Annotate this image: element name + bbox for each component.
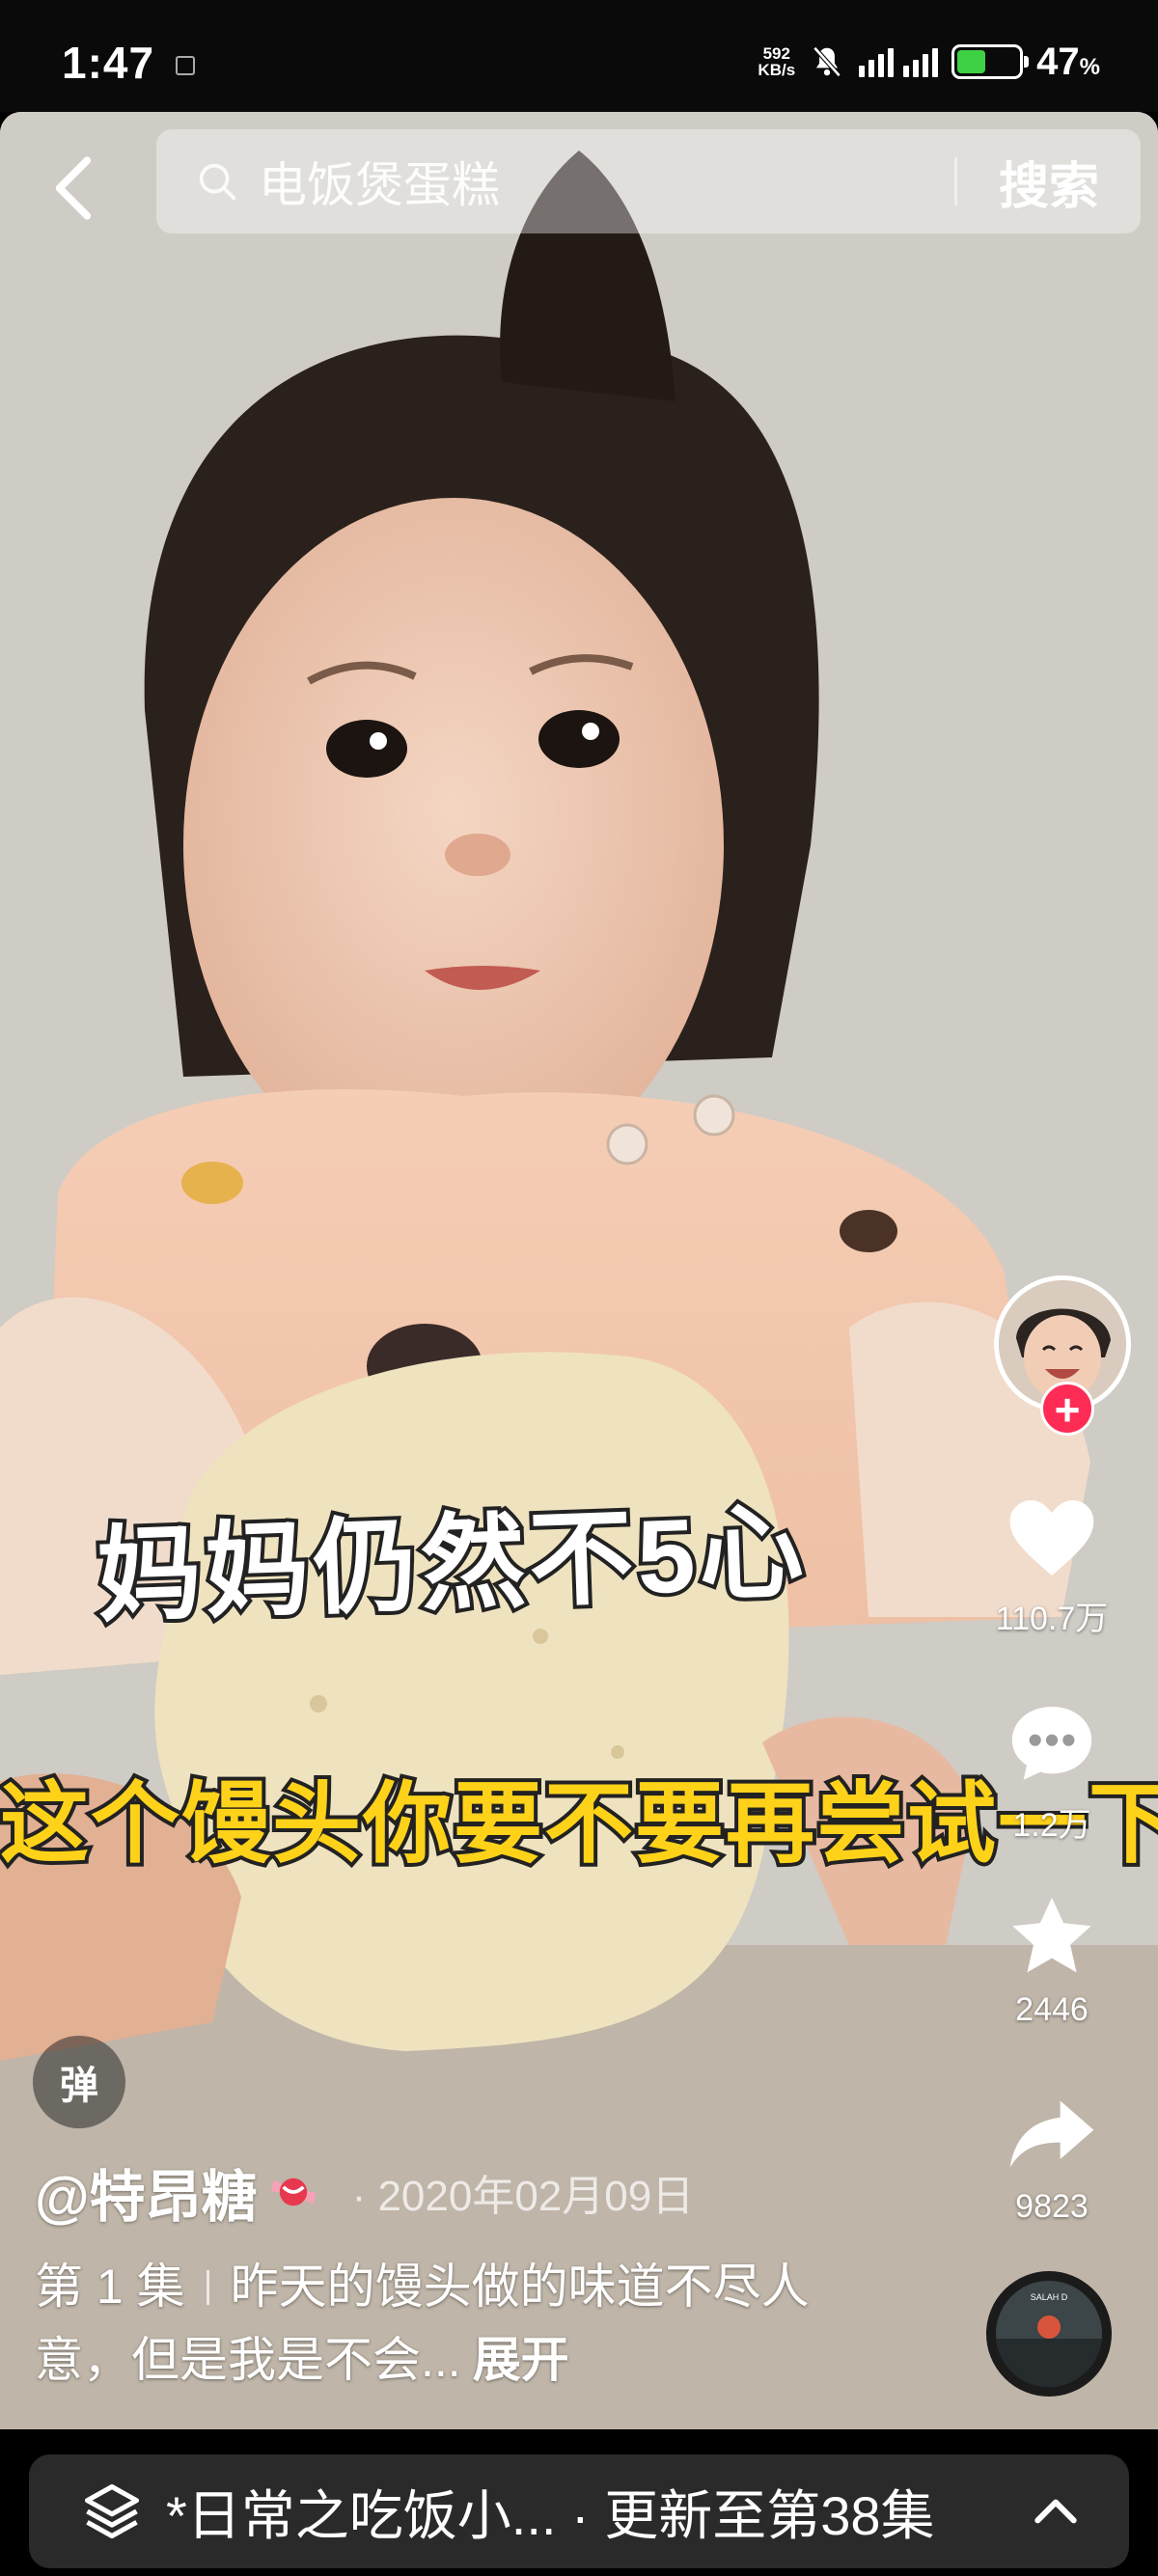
status-time: 1:47 [62,38,155,88]
like-count: 110.7万 [995,1601,1109,1637]
share-count: 9823 [1015,2188,1089,2225]
layers-icon [84,2483,140,2539]
expand-caption-button[interactable]: 展开 [473,2333,569,2387]
status-bar: 1:47 592 KB/s 47% [0,0,1158,112]
music-disc[interactable]: SALAH D [986,2271,1112,2397]
episode-separator [206,2270,209,2305]
chevron-left-icon [55,156,92,220]
danmu-toggle-button[interactable]: 弹 [33,2036,125,2128]
favorite-count: 2446 [1015,1991,1089,2028]
share-button[interactable]: 9823 [965,2084,1139,2226]
video-player[interactable]: 电饭煲蛋糕 搜索 妈妈仍然不5心 这个馒头你要不要再尝试一下 + 110.7万 [0,112,1158,2429]
video-subtitle-primary: 妈妈仍然不5心 [91,1489,813,1638]
post-date: · 2020年02月09日 [351,2173,695,2220]
chevron-up-icon[interactable] [1029,2484,1083,2538]
video-caption[interactable]: 第 1 集昨天的馒头做的味道不尽人意，但是我是不会... 展开 [35,2250,903,2397]
network-speed-unit: KB/s [758,61,796,79]
back-button[interactable] [39,145,106,232]
search-input[interactable]: 电饭煲蛋糕 [259,147,954,216]
signal-strength-icon [859,46,939,77]
episode-tag: 第 1 集 [35,2260,185,2314]
battery-percent: 47% [1036,40,1100,83]
network-speed-value: 592 [762,44,790,63]
star-icon [1012,1897,1091,1973]
status-icons: 592 KB/s 47% [758,40,1100,83]
collection-title: *日常之吃饭小... · 更新至第38集 [166,2484,935,2546]
share-arrow-icon [1009,2100,1094,2168]
battery-fill [957,50,986,73]
collection-bar[interactable]: *日常之吃饭小... · 更新至第38集 [29,2454,1129,2568]
like-button[interactable]: 110.7万 [965,1488,1139,1639]
comment-button[interactable]: 1.2万 [965,1694,1139,1846]
comment-count: 1.2万 [1012,1807,1091,1844]
heart-icon [1009,1500,1094,1576]
battery-icon [951,44,1030,79]
comment-icon [1011,1707,1092,1780]
author-name[interactable]: @特昂糖 [35,2151,258,2233]
music-cover-image: SALAH D [996,2281,1102,2387]
candy-icon [270,2178,316,2206]
favorite-button[interactable]: 2446 [965,1887,1139,2029]
author-row: @特昂糖 · 2020年02月09日 [35,2151,694,2233]
action-rail: + 110.7万 1.2万 2446 9823 SALAH D [946,112,1158,2429]
svg-text:SALAH D: SALAH D [1031,2292,1068,2302]
network-speed: 592 KB/s [758,45,795,78]
bell-muted-icon [813,46,841,77]
follow-button[interactable]: + [1040,1382,1094,1436]
notification-icon [176,56,195,75]
search-icon [199,163,236,201]
